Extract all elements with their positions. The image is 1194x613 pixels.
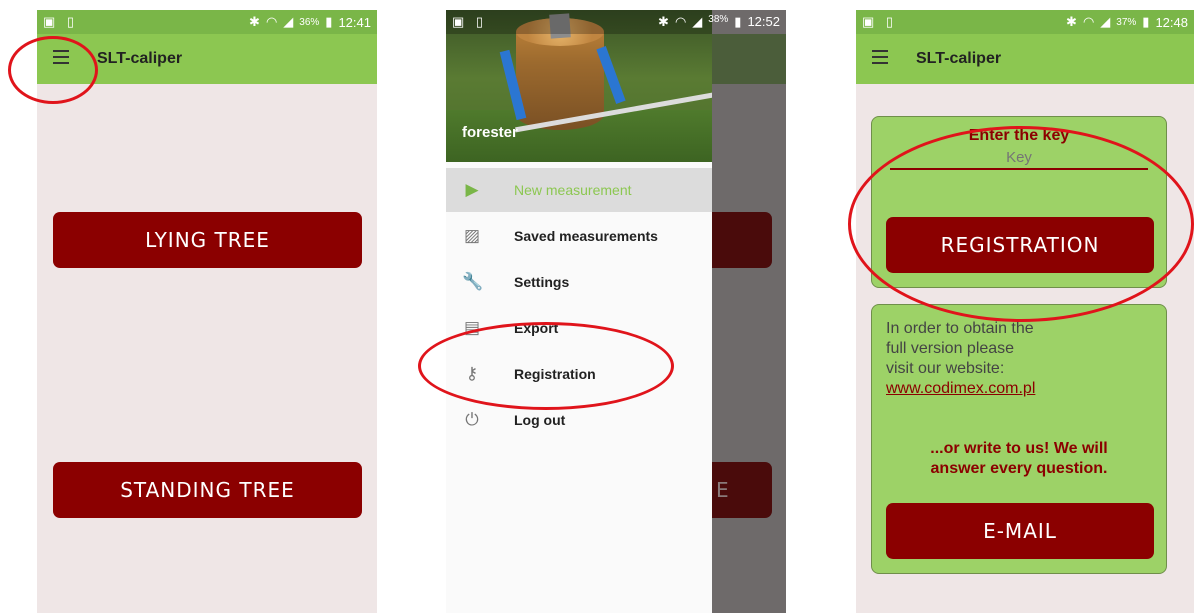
dimmed-button-standing: E (712, 462, 772, 518)
status-left-icons: ▣ ▯ (43, 14, 79, 29)
battery-icon: ▮ (1142, 14, 1150, 29)
power-icon: ⏻ (465, 410, 479, 429)
phone-screen-main: ▣ ▯ ✱ ◠ ◢ 36% ▮ 12:41 SLT-caliper LYING … (37, 10, 377, 613)
phone-screen-drawer: E ▣ ▯ forester ▶ New measurement ▨ Saved… (446, 10, 786, 613)
drawer-item-settings[interactable]: 🔧 Settings (446, 260, 712, 304)
battery-icon: ▮ (325, 14, 333, 29)
battery-percent: 36% (299, 16, 320, 28)
contact-line: answer every question. (930, 460, 1108, 477)
drawer-item-saved-measurements[interactable]: ▨ Saved measurements (446, 214, 712, 258)
status-left-icons: ▣ ▯ (452, 14, 488, 29)
highlight-circle-registration (418, 322, 674, 410)
drawer-item-new-measurement[interactable]: ▶ New measurement (446, 168, 712, 212)
wifi-icon: ◠ (674, 14, 687, 29)
info-line: full version please (886, 340, 1015, 357)
bluetooth-icon: ✱ (249, 14, 260, 29)
drawer-item-label: Log out (514, 412, 566, 428)
status-bar: ▣ ▯ ✱ ◠ ◢ 36% ▮ 12:41 (37, 10, 377, 34)
dimmed-button-text: E (716, 478, 729, 502)
lying-tree-button[interactable]: LYING TREE (53, 212, 362, 268)
drawer-item-label: Settings (514, 274, 570, 290)
battery-percent: 38% (708, 14, 729, 25)
app-title: SLT-caliper (97, 50, 183, 67)
app-toolbar: SLT-caliper (856, 34, 1194, 84)
status-right: ✱ ◠ ◢ 38% ▮ 12:52 (658, 14, 780, 30)
standing-tree-button[interactable]: STANDING TREE (53, 462, 362, 518)
contact-text: ...or write to us! We will answer every … (872, 439, 1166, 479)
drawer-username: forester (462, 124, 518, 141)
signal-icon: ◢ (1100, 14, 1111, 29)
highlight-circle-menu (8, 36, 98, 104)
wrench-icon: 🔧 (462, 272, 484, 291)
bluetooth-icon: ✱ (658, 14, 669, 29)
info-line: In order to obtain the (886, 320, 1034, 337)
play-icon: ▶ (465, 180, 479, 199)
highlight-circle-key-entry (848, 126, 1194, 322)
signal-icon: ◢ (283, 14, 294, 29)
status-bar: ▣ ▯ ✱ ◠ ◢ 37% ▮ 12:48 (856, 10, 1194, 34)
website-link[interactable]: www.codimex.com.pl (886, 379, 1136, 399)
image-icon: ▨ (463, 226, 481, 245)
dimmed-toolbar (712, 34, 786, 84)
drawer-item-label: New measurement (514, 182, 632, 198)
bluetooth-icon: ✱ (1066, 14, 1077, 29)
status-right: ✱ ◠ ◢ 36% ▮ 12:41 (249, 14, 371, 30)
info-text: In order to obtain the full version plea… (886, 319, 1136, 399)
dimmed-button-lying (712, 212, 772, 268)
wifi-icon: ◠ (1082, 14, 1095, 29)
email-button[interactable]: E-MAIL (886, 503, 1154, 559)
battery-percent: 37% (1116, 16, 1137, 28)
contact-line: ...or write to us! We will (930, 440, 1108, 457)
info-card: In order to obtain the full version plea… (871, 304, 1167, 574)
info-line: visit our website: (886, 360, 1005, 377)
status-right: ✱ ◠ ◢ 37% ▮ 12:48 (1066, 14, 1188, 30)
battery-icon: ▮ (734, 14, 742, 29)
signal-icon: ◢ (692, 14, 703, 29)
status-time: 12:41 (338, 14, 371, 30)
status-time: 12:52 (747, 14, 780, 29)
status-time: 12:48 (1155, 14, 1188, 30)
wifi-icon: ◠ (265, 14, 278, 29)
status-left-icons: ▣ ▯ (862, 14, 898, 29)
app-title: SLT-caliper (916, 50, 1002, 67)
drawer-item-label: Saved measurements (514, 228, 658, 244)
hamburger-icon[interactable] (872, 50, 888, 66)
navigation-drawer: ▣ ▯ forester ▶ New measurement ▨ Saved m… (446, 10, 712, 613)
drawer-header-image: ▣ ▯ forester (446, 10, 712, 162)
